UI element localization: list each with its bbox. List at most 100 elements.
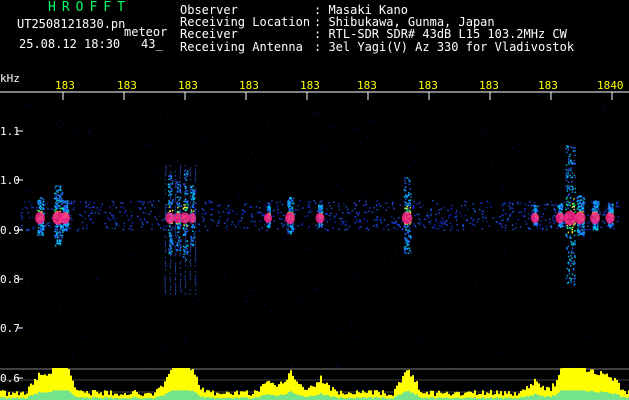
spectrogram-cell xyxy=(159,177,161,179)
spectrogram-cell xyxy=(486,221,488,223)
spectrogram-cell xyxy=(189,289,191,291)
spectrogram-cell xyxy=(148,213,150,216)
spectrogram-cell xyxy=(455,189,457,191)
spectrogram-cell xyxy=(580,233,582,236)
spectrogram-cell xyxy=(581,196,584,199)
spectrogram-cell xyxy=(42,225,45,227)
spectrogram-cell xyxy=(592,390,594,400)
spectrogram-cell xyxy=(555,211,557,214)
spectrogram-cell xyxy=(570,176,572,179)
spectrogram-cell xyxy=(289,203,291,205)
spectrogram-cell xyxy=(388,119,390,121)
spectrogram-cell xyxy=(192,190,194,193)
spectrogram-cell xyxy=(608,223,610,226)
spectrogram-cell xyxy=(582,210,584,213)
spectrogram-cell xyxy=(311,227,313,229)
spectrogram-cell xyxy=(194,271,196,273)
spectrogram-cell xyxy=(546,228,548,231)
spectrogram-cell xyxy=(532,395,534,400)
spectrogram-cell xyxy=(182,233,185,236)
spectrogram-cell xyxy=(482,220,484,222)
spectrogram-cell xyxy=(142,223,144,226)
spectrogram-cell xyxy=(175,253,177,255)
spectrogram-cell xyxy=(151,344,153,346)
spectrogram-cell xyxy=(41,233,43,235)
spectrogram-cell xyxy=(174,263,176,265)
spectrogram-cell xyxy=(307,227,309,229)
spectrogram-cell xyxy=(194,197,196,199)
spectrogram-cell xyxy=(55,197,58,200)
spectrogram-cell xyxy=(572,244,574,246)
spectrogram-cell xyxy=(339,218,341,220)
spectrogram-cell xyxy=(194,257,196,259)
spectrogram-cell xyxy=(553,223,556,225)
spectrogram-cell xyxy=(430,348,432,350)
spectrogram-cell xyxy=(574,254,576,257)
spectrogram-cell xyxy=(264,338,266,340)
spectrogram-cell xyxy=(569,174,571,177)
spectrogram-cell xyxy=(209,201,211,203)
spectrogram-cell xyxy=(169,243,171,245)
spectrogram-cell xyxy=(266,394,268,400)
spectrogram-cell xyxy=(195,241,197,243)
spectrogram-cell xyxy=(185,251,187,253)
spectrogram-cell xyxy=(416,203,418,205)
spectrogram-cell xyxy=(514,339,516,341)
spectrogram-cell xyxy=(294,142,296,144)
spectrogram-cell xyxy=(579,202,581,204)
spectrogram-cell xyxy=(273,314,275,316)
spectrogram-cell xyxy=(75,158,77,160)
spectrogram-cell xyxy=(250,107,252,109)
spectrogram-cell xyxy=(328,395,330,400)
spectrogram-cell xyxy=(485,206,488,209)
spectrogram-cell xyxy=(56,194,58,197)
spectrogram-cell xyxy=(115,206,117,209)
spectrogram-cell xyxy=(189,203,191,205)
spectrogram-cell xyxy=(179,229,181,231)
spectrogram-cell xyxy=(185,293,187,295)
spectrogram-cell xyxy=(428,244,430,246)
spectrogram-cell xyxy=(588,391,590,400)
spectrogram-cell xyxy=(418,218,421,220)
spectrogram-cell xyxy=(210,208,212,211)
spectrogram-cell xyxy=(386,349,388,351)
spectrogram-cell xyxy=(20,225,23,227)
spectrogram-cell xyxy=(567,231,570,234)
spectrogram-cell xyxy=(297,141,299,143)
spectrogram-cell xyxy=(431,101,433,103)
spectrogram-cell xyxy=(573,280,575,283)
spectrogram-cell xyxy=(214,254,216,256)
spectrogram-cell xyxy=(364,200,367,203)
spectrogram-cell xyxy=(564,281,566,283)
spectrogram-cell xyxy=(299,287,301,289)
spectrogram-cell xyxy=(307,215,309,217)
spectrogram-cell xyxy=(175,175,177,177)
spectrogram-cell xyxy=(390,295,392,297)
spectrogram-cell xyxy=(117,264,119,266)
spectrogram-cell xyxy=(326,394,328,400)
spectrogram-cell xyxy=(524,251,526,253)
spectrogram-cell xyxy=(551,113,553,115)
spectrogram-cell xyxy=(380,217,382,219)
spectrogram-cell xyxy=(175,271,177,273)
spectrogram-cell xyxy=(559,327,561,329)
spectrogram-cell xyxy=(539,287,541,289)
spectrogram-cell xyxy=(315,113,317,115)
spectrogram-cell xyxy=(190,223,192,225)
spectrogram-cell xyxy=(120,156,122,158)
spectrogram-cell xyxy=(161,243,163,245)
spectrogram-cell xyxy=(506,206,508,208)
spectrogram-cell xyxy=(45,257,47,259)
spectrogram-cell xyxy=(185,253,187,255)
spectrogram-cell xyxy=(185,185,187,187)
spectrogram-cell xyxy=(64,135,66,137)
spectrogram-cell xyxy=(501,205,504,207)
spectrogram-cell xyxy=(606,392,608,400)
spectrogram-cell xyxy=(251,216,254,218)
spectrogram-cell xyxy=(31,207,33,209)
spectrogram-cell xyxy=(289,232,292,235)
spectrogram-cell xyxy=(533,209,536,211)
spectrogram-cell xyxy=(378,203,381,205)
spectrogram-cell xyxy=(184,279,186,281)
spectrogram-cell xyxy=(237,192,239,194)
